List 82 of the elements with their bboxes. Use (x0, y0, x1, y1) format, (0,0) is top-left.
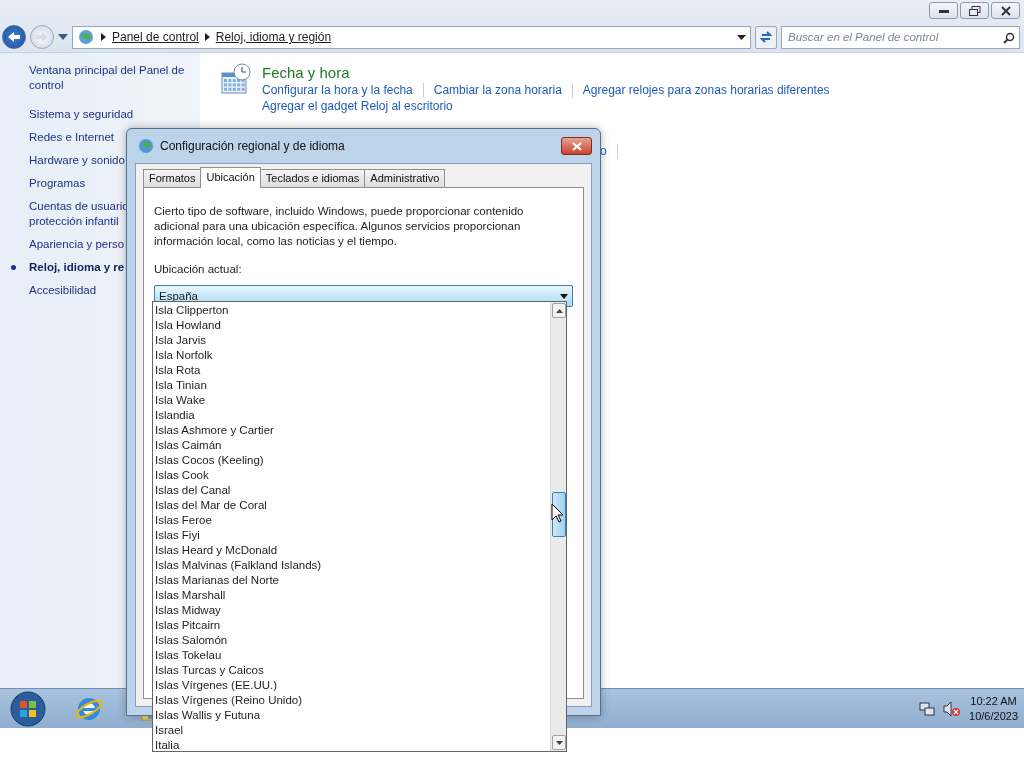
list-option[interactable]: Islas Malvinas (Falkland Islands) (153, 558, 550, 573)
down-arrow-icon[interactable] (555, 740, 563, 745)
scroll-down-button[interactable] (552, 735, 566, 750)
sidebar-link[interactable]: Apariencia y perso (29, 237, 125, 252)
list-option[interactable]: Islas Heard y McDonald (153, 543, 550, 558)
close-icon[interactable] (1000, 5, 1011, 16)
up-arrow-icon[interactable] (555, 308, 563, 313)
sidebar-link[interactable]: Ventana principal del Panel de control (29, 63, 185, 93)
breadcrumb-link[interactable]: Reloj, idioma y región (215, 28, 332, 46)
search-icon[interactable] (1003, 31, 1015, 44)
list-option[interactable]: Isla Howland (153, 318, 550, 333)
tab[interactable]: Administrativo (364, 169, 446, 187)
list-option[interactable]: Islas del Canal (153, 483, 550, 498)
list-option[interactable]: Islas Vírgenes (Reino Unido) (153, 693, 550, 708)
section-title[interactable]: Fecha y hora (262, 63, 902, 83)
list-option[interactable]: Islas Cook (153, 468, 550, 483)
dialog-title: Configuración regional y de idioma (160, 138, 345, 155)
back-arrow-icon[interactable] (7, 31, 21, 43)
link[interactable]: Agregar el gadget Reloj al escritorio (262, 99, 892, 114)
address-bar[interactable]: Panel de control Reloj, idioma y región (72, 25, 751, 49)
sidebar-link[interactable]: Redes e Internet (29, 130, 115, 145)
list-option[interactable]: Islas Tokelau (153, 648, 550, 663)
list-option[interactable]: Isla Tinian (153, 378, 550, 393)
list-option[interactable]: Islas Pitcairn (153, 618, 550, 633)
muted-speaker-icon[interactable] (943, 700, 962, 717)
globe-icon (138, 138, 154, 154)
list-option[interactable]: Islas Midway (153, 603, 550, 618)
control-panel-icon (77, 29, 95, 45)
back-button[interactable] (2, 25, 26, 49)
sidebar-link[interactable]: Programas (29, 176, 86, 191)
search-field[interactable]: Buscar en el Panel de control (781, 25, 1020, 49)
list-option[interactable]: Italia (153, 738, 550, 753)
restore-icon[interactable] (968, 5, 981, 16)
list-option[interactable]: Islas Feroe (153, 513, 550, 528)
list-option[interactable]: Islandia (153, 408, 550, 423)
scrollbar[interactable] (550, 302, 566, 751)
sidebar-link[interactable]: Hardware y sonido (29, 153, 125, 168)
network-icon[interactable] (919, 700, 936, 717)
sidebar-link[interactable]: Reloj, idioma y re (29, 260, 125, 275)
list-option[interactable]: Islas Wallis y Futuna (153, 708, 550, 723)
restore-button[interactable] (960, 2, 989, 19)
list-option[interactable]: Isla Wake (153, 393, 550, 408)
minimize-icon[interactable] (938, 8, 949, 13)
link[interactable]: Agregar relojes para zonas horarias diferentes (582, 83, 840, 98)
mouse-cursor-icon (551, 503, 564, 523)
clock[interactable]: 10:22 AM 10/6/2023 (969, 693, 1018, 724)
bullet-icon (11, 265, 16, 270)
dropdown-arrow-icon[interactable] (560, 293, 568, 299)
list-option[interactable]: Islas Turcas y Caicos (153, 663, 550, 678)
refresh-icon[interactable] (759, 30, 773, 44)
chevron-icon[interactable] (204, 33, 210, 41)
list-option[interactable]: Islas Cocos (Keeling) (153, 453, 550, 468)
description-text: Cierto tipo de software, incluido Windows, puede proporcionar contenido adicional para una ubicación específica. Algunos servicios proporcionan información local, como las noticias y el tiempo. (154, 204, 525, 249)
close-button[interactable] (991, 2, 1020, 19)
sidebar-link[interactable]: Accesibilidad (29, 283, 97, 298)
scroll-up-button[interactable] (552, 303, 566, 318)
list-option[interactable]: Islas Vírgenes (EE.UU.) (153, 678, 550, 693)
sidebar-link[interactable]: Sistema y seguridad (29, 107, 134, 122)
refresh-button[interactable] (755, 25, 777, 49)
tab[interactable]: Ubicación (200, 167, 261, 188)
tab[interactable]: Formatos (143, 169, 202, 187)
dropdown-arrow-icon[interactable] (737, 34, 746, 40)
list-option[interactable]: Isla Jarvis (153, 333, 550, 348)
chevron-icon[interactable] (101, 33, 106, 41)
list-option[interactable]: Israel (153, 723, 550, 738)
list-option[interactable]: Islas Ashmore y Cartier (153, 423, 550, 438)
tab[interactable]: Teclados e idiomas (259, 169, 366, 187)
calendar-clock-icon (220, 63, 252, 95)
list-option[interactable]: Islas Marianas del Norte (153, 573, 550, 588)
list-option[interactable]: Islas del Mar de Coral (153, 498, 550, 513)
list-option[interactable]: Isla Norfolk (153, 348, 550, 363)
minimize-button[interactable] (929, 2, 958, 19)
link[interactable]: Configurar la hora y la fecha (262, 83, 424, 98)
list-option[interactable]: Islas Marshall (153, 588, 550, 603)
field-label: Ubicación actual: (154, 262, 243, 277)
close-button[interactable] (561, 137, 592, 155)
list-option[interactable]: Islas Caimán (153, 438, 550, 453)
breadcrumb-link[interactable]: Panel de control (112, 28, 199, 46)
list-option[interactable]: Isla Rota (153, 363, 550, 378)
list-option[interactable]: Islas Salomón (153, 633, 550, 648)
link[interactable]: Cambiar la zona horaria (433, 83, 573, 98)
list-option[interactable]: Islas Fiyi (153, 528, 550, 543)
